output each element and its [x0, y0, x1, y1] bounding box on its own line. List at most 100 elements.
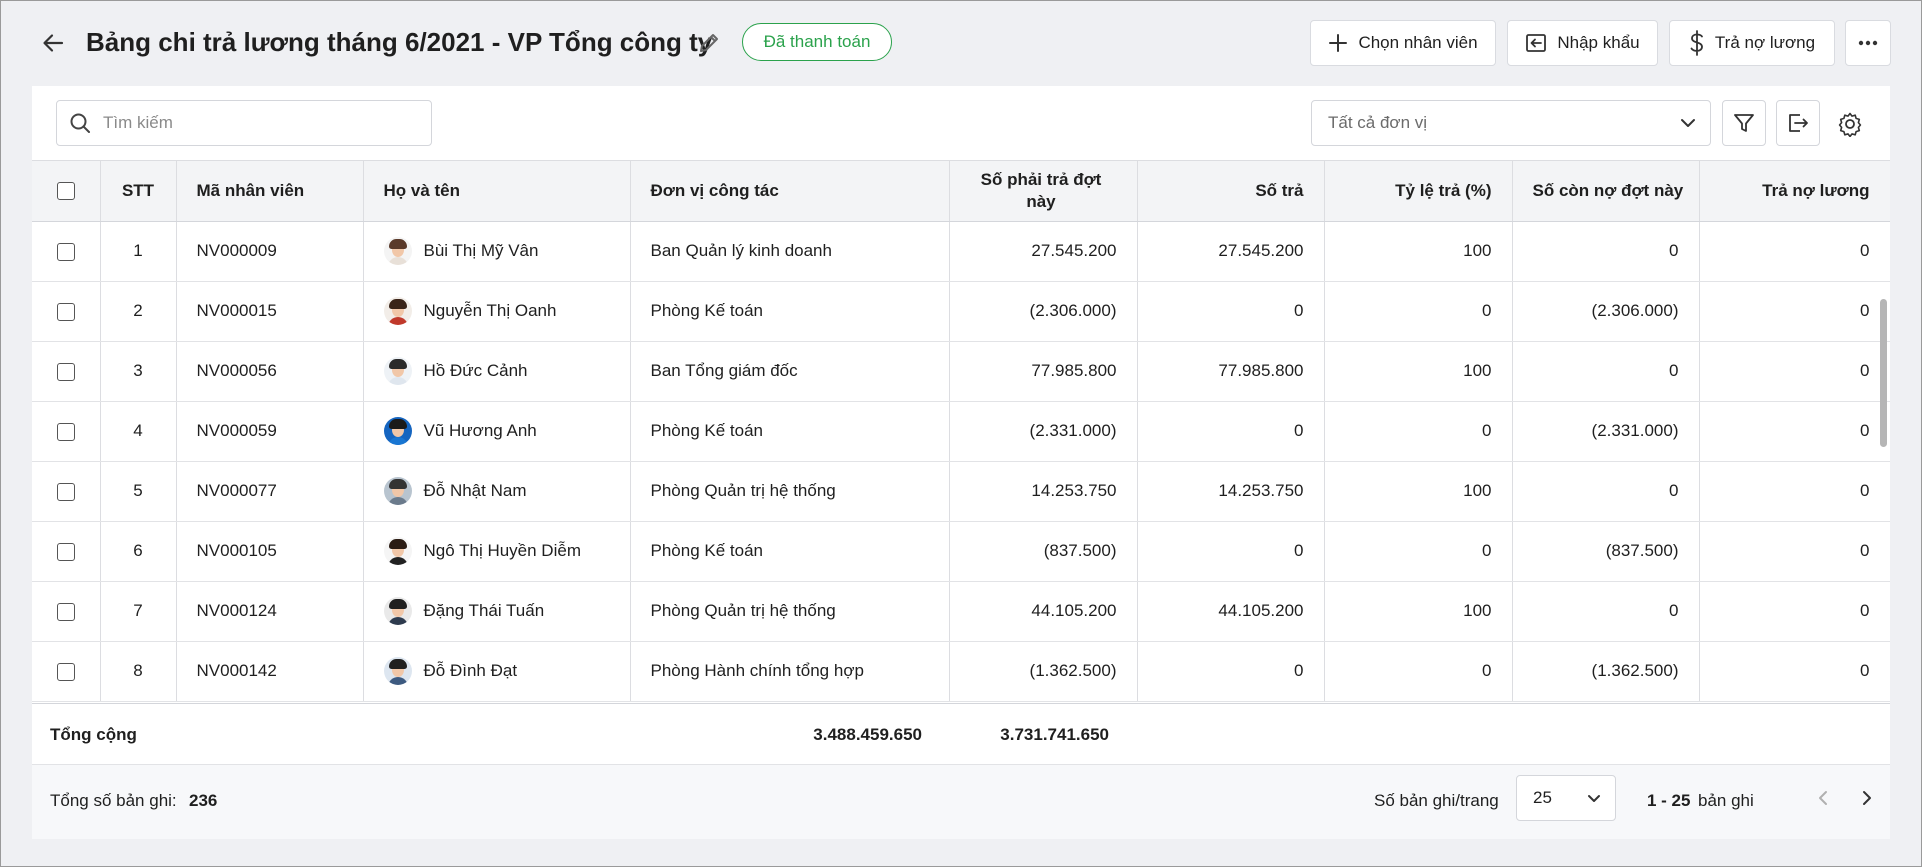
cell-remaining: 0: [1512, 221, 1700, 282]
employee-name: Ngô Thị Huyền Diễm: [423, 541, 581, 560]
per-page-select[interactable]: 25: [1516, 775, 1616, 821]
search-icon: [57, 101, 103, 145]
col-employee-code[interactable]: Mã nhân viên: [176, 161, 364, 222]
row-select-cell: [32, 521, 101, 582]
chevron-down-icon: [1681, 119, 1695, 127]
cell-stt: 6: [100, 521, 177, 582]
row-checkbox[interactable]: [56, 362, 75, 381]
choose-employee-label: Chọn nhân viên: [1358, 33, 1478, 52]
row-checkbox[interactable]: [56, 422, 75, 441]
col-remaining[interactable]: Số còn nợ đợt này: [1512, 161, 1700, 222]
table-row[interactable]: 4 NV000059 Vũ Hương Anh Phòng Kế toán (2.331…: [32, 401, 1890, 462]
cell-remaining: (837.500): [1512, 521, 1700, 582]
cell-stt: 5: [100, 461, 177, 522]
cell-debt-paid: 0: [1699, 341, 1890, 402]
table-row[interactable]: 5 NV000077 Đỗ Nhật Nam Phòng Quản trị hệ th…: [32, 461, 1890, 522]
cell-payable: 77.985.800: [949, 341, 1138, 402]
cell-unit: Phòng Kế toán: [630, 521, 950, 582]
cell-full-name: Nguyễn Thị Oanh: [363, 281, 631, 342]
table-row[interactable]: 6 NV000105 Ngô Thị Huyền Diễm Phòng Kế toán…: [32, 521, 1890, 582]
cell-debt-paid: 0: [1699, 521, 1890, 582]
table-row[interactable]: 8 NV000142 Đỗ Đình Đạt Phòng Hành chính tổn…: [32, 641, 1890, 702]
total-label: Tổng cộng: [50, 725, 137, 744]
cell-stt: 4: [100, 401, 177, 462]
cell-unit: Ban Quản lý kinh doanh: [630, 221, 950, 282]
avatar: [383, 477, 412, 505]
row-checkbox[interactable]: [56, 482, 75, 501]
table-body: 1 NV000009 Bùi Thị Mỹ Vân Ban Quản lý kinh …: [32, 221, 1890, 702]
cell-employee-code: NV000105: [176, 521, 364, 582]
more-button[interactable]: [1845, 20, 1891, 66]
cell-rate: 0: [1324, 281, 1513, 342]
avatar: [383, 537, 412, 565]
col-debt-paid[interactable]: Trả nợ lương: [1699, 161, 1890, 222]
cell-paid: 0: [1137, 521, 1325, 582]
row-checkbox[interactable]: [56, 242, 75, 261]
cell-debt-paid: 0: [1699, 461, 1890, 522]
choose-employee-button[interactable]: Chọn nhân viên: [1310, 20, 1496, 66]
page-range: 1 - 25: [1647, 791, 1691, 810]
cell-unit: Phòng Kế toán: [630, 281, 950, 342]
table-header-row: STT Mã nhân viên Họ và tên Đơn vị công t…: [32, 161, 1890, 222]
prev-page-button[interactable]: [1806, 781, 1840, 815]
row-select-cell: [32, 281, 101, 342]
cell-paid: 14.253.750: [1137, 461, 1325, 522]
cell-rate: 0: [1324, 641, 1513, 702]
table-row[interactable]: 7 NV000124 Đặng Thái Tuấn Phòng Quản trị hệ…: [32, 581, 1890, 642]
cell-paid: 0: [1137, 641, 1325, 702]
employee-name: Đỗ Đình Đạt: [423, 661, 518, 680]
row-checkbox[interactable]: [56, 602, 75, 621]
col-full-name[interactable]: Họ và tên: [363, 161, 631, 222]
cell-paid: 0: [1137, 281, 1325, 342]
select-all-cell: [32, 161, 101, 222]
row-select-cell: [32, 461, 101, 522]
row-checkbox[interactable]: [56, 662, 75, 681]
payroll-table: STT Mã nhân viên Họ và tên Đơn vị công t…: [32, 161, 1890, 702]
col-payable[interactable]: Số phải trả đợt này: [949, 161, 1138, 222]
cell-unit: Phòng Hành chính tổng hợp: [630, 641, 950, 702]
export-button[interactable]: [1776, 100, 1820, 146]
per-page-value: 25: [1533, 788, 1552, 807]
cell-employee-code: NV000124: [176, 581, 364, 642]
edit-title-button[interactable]: [694, 28, 724, 58]
cell-employee-code: NV000015: [176, 281, 364, 342]
cell-payable: 44.105.200: [949, 581, 1138, 642]
row-checkbox[interactable]: [56, 542, 75, 561]
select-all-checkbox[interactable]: [56, 182, 75, 201]
page-title: Bảng chi trả lương tháng 6/2021 - VP Tổn…: [86, 27, 713, 57]
filter-button[interactable]: [1722, 100, 1766, 146]
settings-button[interactable]: [1830, 104, 1870, 144]
total-row: Tổng cộng 3.488.459.650 3.731.741.650: [32, 703, 1890, 765]
col-stt[interactable]: STT: [100, 161, 177, 222]
cell-rate: 100: [1324, 221, 1513, 282]
employee-name: Bùi Thị Mỹ Vân: [423, 241, 539, 260]
table-row[interactable]: 3 NV000056 Hồ Đức Cảnh Ban Tổng giám đốc 77.…: [32, 341, 1890, 402]
cell-remaining: (2.331.000): [1512, 401, 1700, 462]
total-records-count: 236: [189, 791, 218, 810]
cell-employee-code: NV000056: [176, 341, 364, 402]
next-page-button[interactable]: [1850, 781, 1884, 815]
cell-remaining: 0: [1512, 461, 1700, 522]
cell-unit: Phòng Kế toán: [630, 401, 950, 462]
table-row[interactable]: 2 NV000015 Nguyễn Thị Oanh Phòng Kế toán (2.…: [32, 281, 1890, 342]
import-button[interactable]: Nhập khẩu: [1507, 20, 1658, 66]
payroll-table-wrapper: STT Mã nhân viên Họ và tên Đơn vị công t…: [32, 160, 1890, 703]
table-row[interactable]: 1 NV000009 Bùi Thị Mỹ Vân Ban Quản lý kinh …: [32, 221, 1890, 282]
avatar: [383, 657, 412, 685]
col-unit[interactable]: Đơn vị công tác: [630, 161, 950, 222]
col-rate[interactable]: Tỷ lệ trả (%): [1324, 161, 1513, 222]
vertical-scrollbar[interactable]: [1880, 299, 1887, 447]
page-range-suffix: bản ghi: [1698, 791, 1754, 810]
unit-filter-select[interactable]: Tất cả đơn vị: [1311, 100, 1711, 146]
back-button[interactable]: [36, 26, 70, 60]
col-paid[interactable]: Số trả: [1137, 161, 1325, 222]
row-checkbox[interactable]: [56, 302, 75, 321]
avatar: [383, 357, 412, 385]
cell-payable: (2.306.000): [949, 281, 1138, 342]
unit-filter-value: Tất cả đơn vị: [1328, 113, 1428, 132]
cell-debt-paid: 0: [1699, 581, 1890, 642]
cell-employee-code: NV000009: [176, 221, 364, 282]
cell-stt: 1: [100, 221, 177, 282]
pay-debt-button[interactable]: Trả nợ lương: [1669, 20, 1835, 66]
search-input[interactable]: [103, 113, 413, 133]
